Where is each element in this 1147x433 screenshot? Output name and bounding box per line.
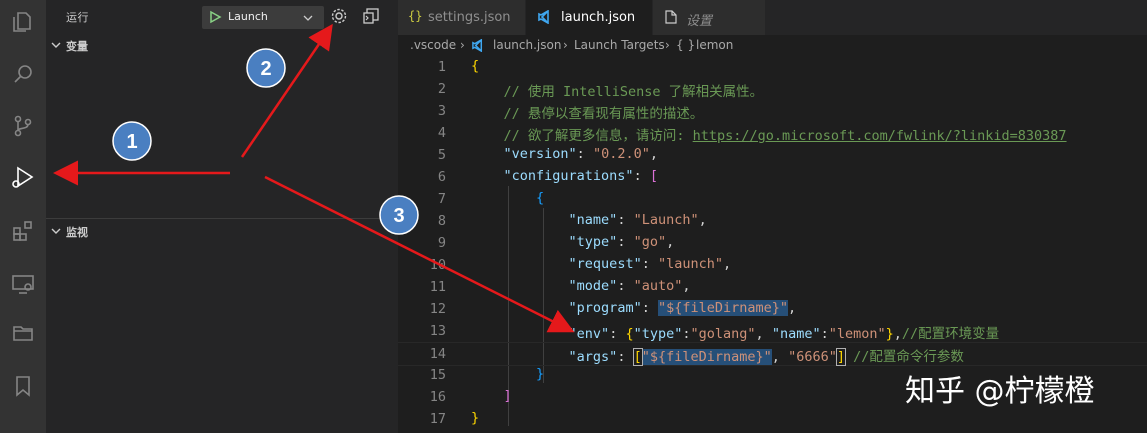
bookmark-icon[interactable] [7,370,39,402]
launch-config-label: Launch [228,10,268,23]
variables-section-label: 变量 [66,40,88,53]
code-line: 11 "mode": "auto", [429,278,691,295]
breadcrumb-file[interactable]: launch.json [493,38,561,52]
code-line: 4 // 欲了解更多信息，请访问: https://go.microsoft.c… [437,125,1067,144]
sidebar-title: 运行 [66,11,89,24]
chevron-down-icon [51,228,61,234]
launch-config-select[interactable]: Launch [202,6,324,29]
extensions-icon[interactable] [7,215,39,247]
tab-label: settings.json [428,10,511,25]
code-line: 12 "program": "${fileDirname}", [429,300,797,317]
code-line-current: 14 "args": ["${fileDirname}", "6666"] //… [398,342,1147,366]
code-line: 17} [429,410,480,427]
tab-bar: {} settings.json launch.json 设置 [398,0,1147,35]
breadcrumb-item[interactable]: lemon [696,38,733,52]
watch-section-label: 监视 [66,226,88,239]
watch-section[interactable]: 监视 [46,220,398,242]
activity-bar [0,0,46,433]
explorer-icon[interactable] [7,6,39,38]
code-line: 1{ [437,58,480,75]
tab-label: launch.json [561,10,636,25]
vscode-icon [472,39,483,52]
tab-settings-json[interactable]: {} settings.json [398,0,526,35]
code-line: 13 "env": {"type":"golang", "name":"lemo… [429,323,1000,342]
debug-sidebar: 运行 Launch 变量 监视 [46,0,398,433]
tab-settings-ui[interactable]: 设置 [653,0,766,35]
code-line: 9 "type": "go", [437,234,675,251]
code-line: 6 "configurations": [ [437,168,658,185]
code-line: 8 "name": "Launch", [437,212,707,229]
source-control-icon[interactable] [7,110,39,142]
vscode-icon [538,10,549,24]
run-debug-icon[interactable] [7,161,39,193]
debug-console-icon[interactable] [362,7,380,25]
chevron-down-icon [51,42,61,48]
folder-icon[interactable] [7,317,39,349]
code-line: 3 // 悬停以查看现有属性的描述。 [437,103,704,122]
code-line: 2 // 使用 IntelliSense 了解相关属性。 [437,81,764,100]
search-icon[interactable] [7,58,39,90]
chevron-right-icon: › [665,38,670,52]
variables-section[interactable]: 变量 [46,34,398,56]
breadcrumb: .vscode › launch.json › Launch Targets ›… [398,35,1147,57]
braces-icon: {} [408,9,423,23]
remote-explorer-icon[interactable] [7,268,39,300]
file-icon [665,10,677,24]
tab-launch-json[interactable]: launch.json [526,0,653,35]
chevron-down-icon [303,15,313,21]
breadcrumb-section[interactable]: Launch Targets [574,38,665,52]
code-line: 5 "version": "0.2.0", [437,146,658,163]
gear-icon[interactable] [330,7,348,25]
doc-link[interactable]: https://go.microsoft.com/fwlink/?linkid=… [693,128,1067,144]
tab-label: 设置 [686,14,713,29]
sidebar-header: 运行 Launch [46,0,398,33]
code-line: 10 "request": "launch", [429,256,732,273]
section-divider [46,218,398,219]
breadcrumb-item-prefix: { } [676,38,696,52]
breadcrumb-folder[interactable]: .vscode [410,38,456,52]
code-line: 7 { [437,190,545,207]
watermark: 知乎 @柠檬橙 [905,374,1095,409]
chevron-right-icon: › [563,38,568,52]
play-icon[interactable] [208,10,222,24]
chevron-right-icon: › [460,38,465,52]
